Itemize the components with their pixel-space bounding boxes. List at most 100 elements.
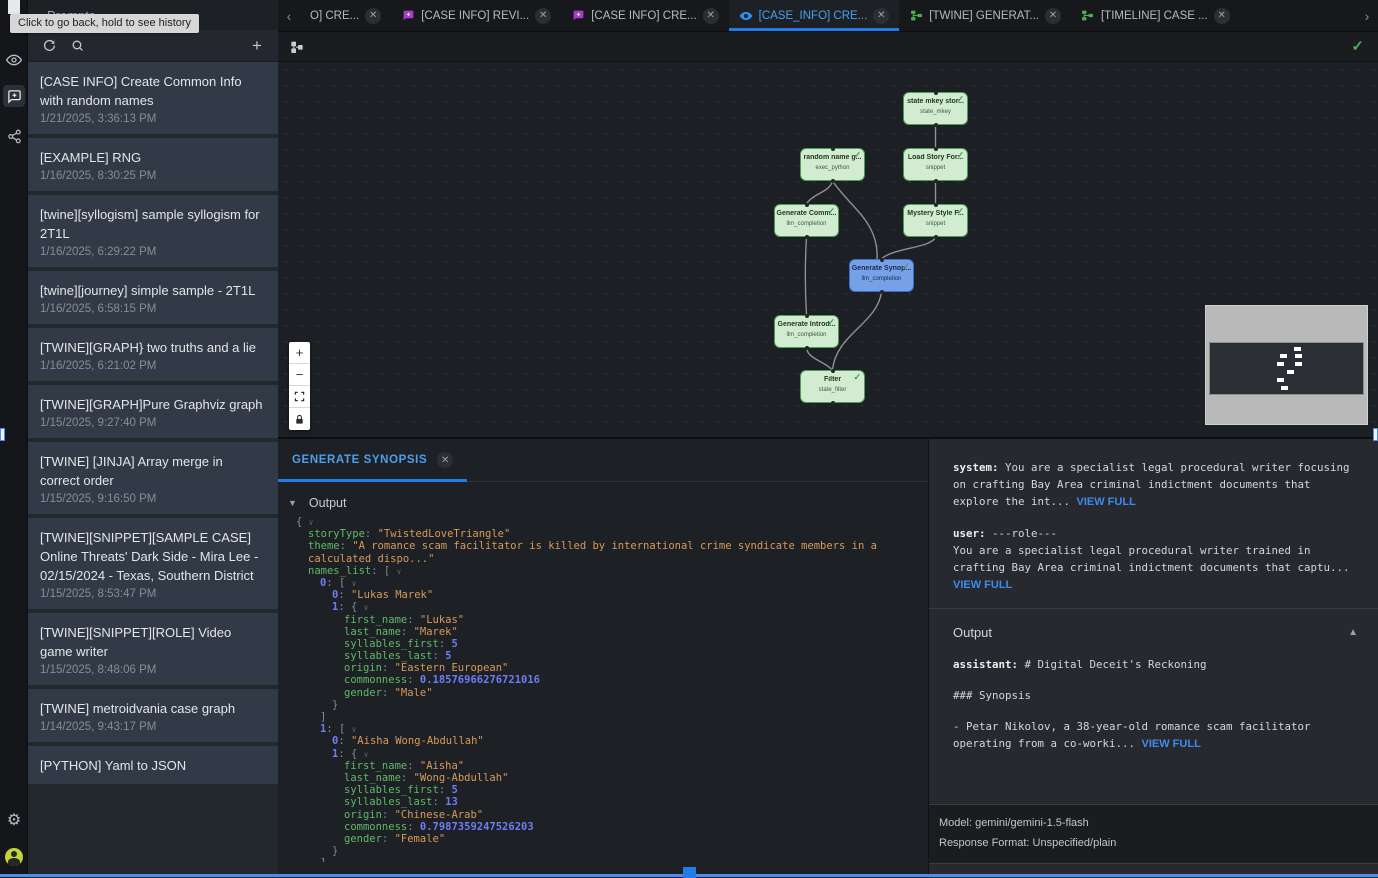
inspector-output-header[interactable]: Output ▲ (953, 625, 1358, 640)
lock-button[interactable] (289, 408, 310, 430)
right-edge-resize-handle[interactable] (1373, 428, 1378, 441)
zoom-in-button[interactable]: + (289, 342, 310, 364)
canvas-toolbar: ✓ (278, 32, 1378, 62)
minimap-node-dot (1294, 347, 1301, 351)
graph-layout-icon[interactable] (290, 39, 306, 60)
minimap[interactable] (1205, 305, 1368, 425)
left-edge-resize-handle[interactable] (0, 428, 5, 441)
graph-node[interactable]: Load Story For...snippet✓ (903, 148, 968, 181)
model-name: Model: gemini/gemini-1.5-flash (939, 813, 1378, 833)
node-success-check-icon: ✓ (902, 261, 910, 272)
node-subtitle: llm_completion (775, 331, 838, 339)
json-token-p: : { (338, 748, 363, 760)
close-icon[interactable]: ✕ (365, 8, 381, 24)
json-token-arr[interactable]: ∨ (352, 579, 357, 588)
json-line: 1: { ∨ (278, 601, 928, 613)
prompt-list-item[interactable]: [TWINE][GRAPH} two truths and a lie1/16/… (28, 328, 278, 381)
json-token-n: 5 (451, 784, 457, 796)
workflow-icon[interactable] (4, 126, 24, 146)
prompt-list-item[interactable]: [PYTHON] Yaml to JSON (28, 746, 278, 784)
tabs-scroll-right-icon[interactable]: › (1356, 0, 1378, 31)
chat-icon (571, 9, 585, 23)
json-line: 0: "Lukas Marek" (278, 589, 928, 601)
output-section-header[interactable]: ▼ Output (278, 482, 928, 516)
json-output-view[interactable]: { ∨storyType: "TwistedLoveTriangle"theme… (278, 516, 928, 862)
json-token-p: : (433, 650, 446, 662)
prompt-timestamp: 1/15/2025, 8:48:06 PM (40, 664, 266, 676)
view-full-link[interactable]: VIEW FULL (953, 579, 1012, 591)
editor-tab[interactable]: [CASE INFO] REVI... ✕ (391, 0, 561, 31)
prompt-title: [TWINE][GRAPH]Pure Graphviz graph (40, 395, 266, 414)
back-icon (8, 0, 20, 14)
close-icon[interactable]: ✕ (1214, 8, 1230, 24)
eye-icon[interactable] (4, 50, 24, 70)
node-success-check-icon: ✓ (956, 150, 964, 161)
prompt-list-item[interactable]: [twine][journey] simple sample - 2T1L1/1… (28, 271, 278, 324)
prompt-list-item[interactable]: [TWINE][SNIPPET][SAMPLE CASE] Online Thr… (28, 518, 278, 609)
prompt-title: [TWINE] metroidvania case graph (40, 699, 266, 718)
graph-node[interactable]: Filterstate_filter✓ (800, 370, 865, 403)
user-label: user: (953, 527, 986, 540)
json-line: theme: "A romance scam facilitator is ki… (278, 540, 928, 552)
tab-label: [CASE INFO] REVI... (421, 10, 529, 22)
close-icon[interactable]: ✕ (437, 452, 453, 468)
prompt-list-item[interactable]: [twine][syllogism] sample syllogism for … (28, 195, 278, 267)
close-icon[interactable]: ✕ (703, 8, 719, 24)
zoom-controls: + − (289, 342, 310, 430)
chat-plus-icon[interactable] (3, 85, 25, 107)
close-icon[interactable]: ✕ (1045, 8, 1061, 24)
prompt-title: [EXAMPLE] RNG (40, 148, 266, 167)
graph-node[interactable]: Mystery Style F...snippet✓ (903, 204, 968, 237)
graph-node[interactable]: Generate Comm...llm_completion✓ (774, 204, 839, 237)
graph-node[interactable]: Generate Synop...llm_completion✓ (849, 259, 914, 292)
tabs-scroll-left-icon[interactable]: ‹ (278, 0, 300, 31)
refresh-icon[interactable] (40, 37, 58, 55)
prompt-list-item[interactable]: [TWINE][GRAPH]Pure Graphviz graph1/15/20… (28, 385, 278, 438)
prompt-list-item[interactable]: [TWINE] [JINJA] Array merge in correct o… (28, 442, 278, 514)
eye-icon (739, 9, 753, 23)
account-avatar[interactable] (4, 847, 24, 867)
json-token-n: 5 (445, 650, 451, 662)
tab-label: [CASE INFO] CRE... (591, 10, 696, 22)
editor-tab[interactable]: O] CRE...✕ (300, 0, 391, 31)
view-full-link[interactable]: VIEW FULL (1077, 496, 1136, 508)
model-info-footer: Model: gemini/gemini-1.5-flash Response … (929, 804, 1378, 864)
bottom-resize-handle[interactable] (683, 867, 696, 878)
graph-node[interactable]: random name g...exec_python✓ (800, 148, 865, 181)
prompt-list-item[interactable]: [EXAMPLE] RNG1/16/2025, 8:30:25 PM (28, 138, 278, 191)
json-token-arr[interactable]: ∨ (364, 603, 369, 612)
graph-node[interactable]: Generate Introd...llm_completion✓ (774, 315, 839, 348)
prompts-panel: Prompts + [CASE INFO] Create Common Info… (28, 0, 278, 878)
add-prompt-button[interactable]: + (248, 37, 266, 55)
editor-tab[interactable]: [CASE INFO] CRE... ✕ (561, 0, 728, 31)
close-icon[interactable]: ✕ (873, 8, 889, 24)
close-icon[interactable]: ✕ (535, 8, 551, 24)
json-token-k: commonness (344, 674, 407, 686)
zoom-out-button[interactable]: − (289, 364, 310, 386)
json-token-arr[interactable]: ∨ (352, 725, 357, 734)
json-token-arr[interactable]: ∨ (364, 750, 369, 759)
prompt-timestamp: 1/14/2025, 9:43:17 PM (40, 721, 266, 733)
node-success-check-icon: ✓ (853, 372, 861, 383)
back-button[interactable] (4, 0, 24, 14)
json-token-arr[interactable]: ∨ (397, 567, 402, 576)
json-line: origin: "Chinese-Arab" (278, 809, 928, 821)
prompt-title: [TWINE][SNIPPET][SAMPLE CASE] Online Thr… (40, 528, 266, 585)
graph-canvas[interactable]: state mkey stor...state_mkey✓random name… (278, 62, 1378, 437)
editor-tab[interactable]: [TWINE] GENERAT...✕ (899, 0, 1071, 31)
editor-tab[interactable]: [CASE_INFO] CRE...✕ (729, 0, 900, 31)
graph-node[interactable]: state mkey stor...state_mkey✓ (903, 92, 968, 125)
prompt-messages: system: You are a specialist legal proce… (929, 439, 1378, 594)
prompt-list-item[interactable]: [TWINE] metroidvania case graph 1/14/2025… (28, 689, 278, 742)
editor-tab[interactable]: [TIMELINE] CASE ...✕ (1071, 0, 1240, 31)
settings-gear-icon[interactable]: ⚙ (4, 810, 24, 830)
json-token-arr[interactable]: ∨ (309, 518, 314, 527)
search-icon[interactable] (68, 37, 86, 55)
prompt-list-item[interactable]: [CASE INFO] Create Common Info with rand… (28, 62, 278, 134)
view-full-link[interactable]: VIEW FULL (1142, 738, 1201, 750)
json-line: commonness: 0.18576966276721016 (278, 674, 928, 686)
fit-view-button[interactable] (289, 386, 310, 408)
prompt-list-item[interactable]: [TWINE][SNIPPET][ROLE] Video game writer… (28, 613, 278, 685)
tab-generate-synopsis[interactable]: GENERATE SYNOPSIS ✕ (278, 439, 467, 481)
llm-inspector-panel: system: You are a specialist legal proce… (928, 437, 1378, 878)
